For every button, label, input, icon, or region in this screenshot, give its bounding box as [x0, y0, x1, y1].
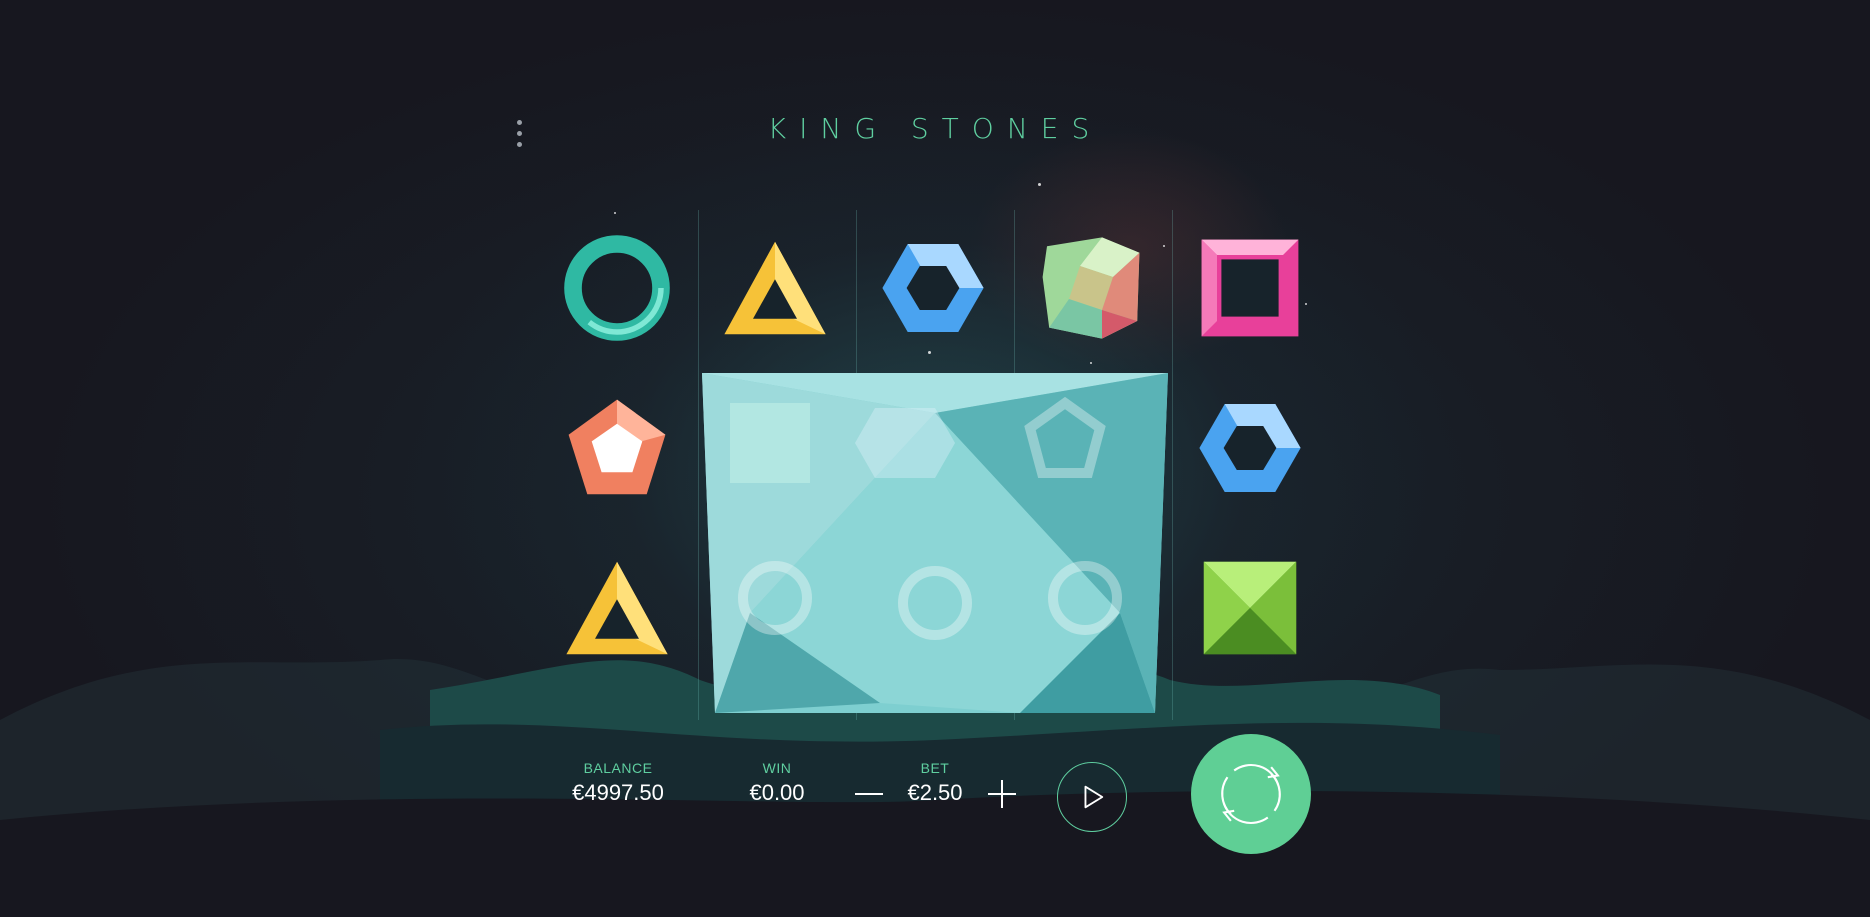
symbol-yellow-triangle-gem	[547, 538, 687, 678]
plus-icon[interactable]	[984, 776, 1020, 812]
bet-label: BET	[920, 760, 950, 776]
reel-divider	[698, 210, 699, 720]
win-display: WIN €0.00	[717, 760, 837, 806]
reel-divider	[1172, 210, 1173, 720]
symbol-orange-pentagon-gem	[547, 378, 687, 518]
balance-label: BALANCE	[583, 760, 653, 776]
symbol-teal-circle-gem	[547, 218, 687, 358]
symbol-rainbow-crystal-gem	[1021, 218, 1161, 358]
balance-display: BALANCE €4997.50	[548, 760, 688, 806]
menu-dots-icon[interactable]	[509, 120, 529, 156]
win-value: €0.00	[749, 780, 805, 805]
bet-display: BET €2.50	[885, 760, 985, 806]
symbol-blue-hexagon-gem	[1180, 378, 1320, 518]
refresh-icon	[1221, 763, 1281, 825]
play-icon	[1084, 785, 1104, 809]
win-label: WIN	[762, 760, 792, 776]
minus-icon[interactable]	[851, 776, 887, 812]
symbol-yellow-triangle-gem	[705, 218, 845, 358]
symbol-pink-square-gem	[1180, 218, 1320, 358]
balance-value: €4997.50	[572, 780, 664, 805]
sparkle	[1090, 362, 1092, 364]
ice-block	[702, 373, 1168, 713]
symbol-green-octahedron-gem	[1180, 538, 1320, 678]
sparkle	[1163, 245, 1165, 247]
symbol-blue-hexagon-gem	[863, 218, 1003, 358]
game-title: KING STONES	[767, 112, 1103, 145]
spin-button[interactable]	[1191, 734, 1311, 854]
sparkle	[614, 212, 616, 214]
autoplay-button[interactable]	[1057, 762, 1127, 832]
sparkle	[1038, 183, 1041, 186]
bet-value: €2.50	[907, 780, 963, 805]
